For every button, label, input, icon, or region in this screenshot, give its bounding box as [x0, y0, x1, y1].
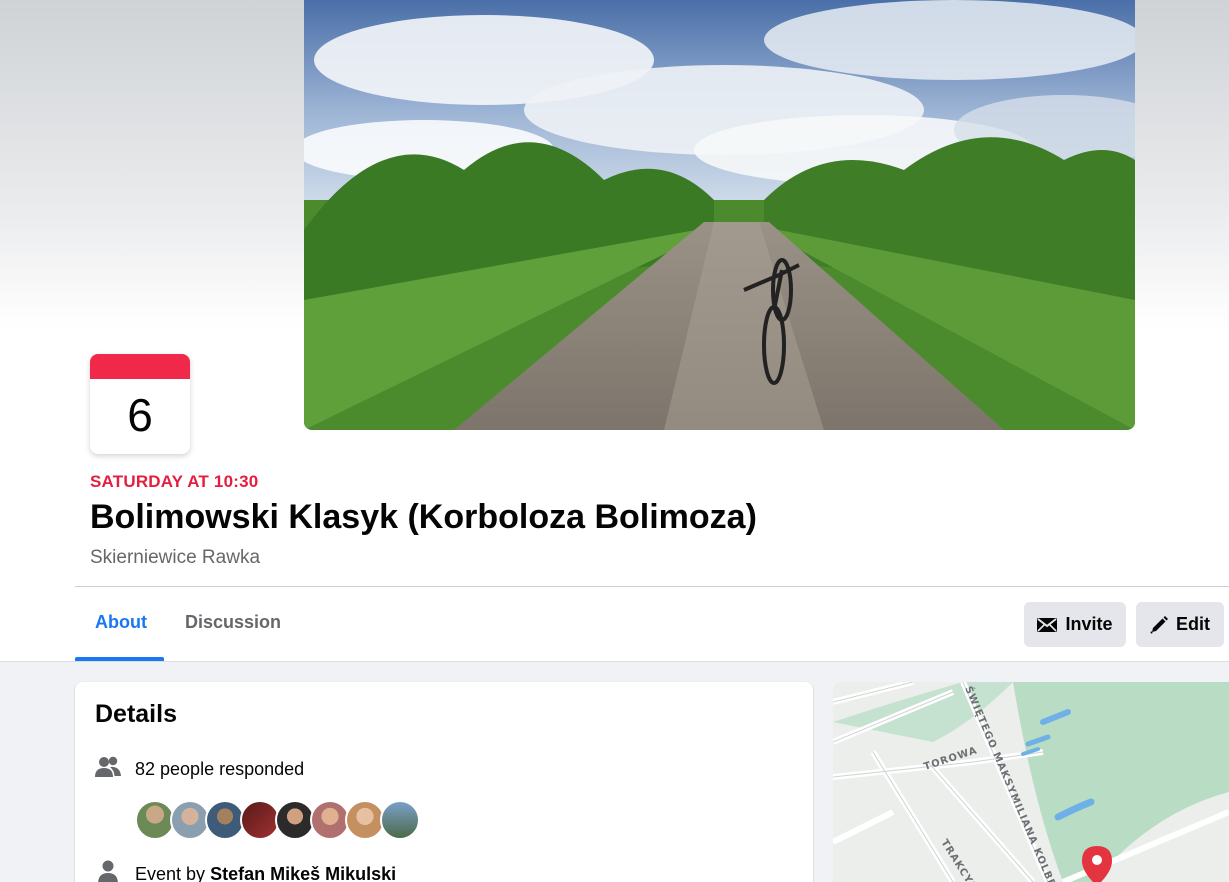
tab-about[interactable]: About [95, 612, 147, 633]
cover-photo[interactable] [304, 0, 1135, 430]
avatar[interactable] [205, 800, 245, 840]
active-tab-indicator [75, 657, 164, 661]
invite-label: Invite [1065, 614, 1113, 634]
avatar[interactable] [170, 800, 210, 840]
envelope-icon [1037, 617, 1058, 633]
host-name[interactable]: Stefan Mikeš Mikulski [210, 864, 396, 882]
avatar[interactable] [310, 800, 350, 840]
event-location[interactable]: Skierniewice Rawka [90, 547, 260, 569]
tab-discussion[interactable]: Discussion [185, 612, 281, 633]
event-by-label: Event by [135, 864, 206, 882]
edit-label: Edit [1176, 614, 1210, 634]
calendar-date-badge: 6 [90, 354, 190, 454]
attendee-avatars[interactable] [135, 800, 420, 840]
avatar[interactable] [135, 800, 175, 840]
details-heading: Details [95, 700, 177, 728]
calendar-band [90, 354, 190, 379]
avatar[interactable] [345, 800, 385, 840]
event-day: 6 [127, 389, 153, 441]
responded-row: 82 people responded [95, 756, 304, 783]
avatar[interactable] [275, 800, 315, 840]
host-row: Event by Stefan Mikeš Mikulski [95, 860, 396, 882]
invite-button[interactable]: Invite [1024, 602, 1126, 647]
details-card: Details 82 people responded Event by Ste… [75, 682, 813, 882]
edit-button[interactable]: Edit [1136, 602, 1224, 647]
responded-count[interactable]: 82 people responded [135, 759, 304, 780]
avatar[interactable] [240, 800, 280, 840]
event-title: Bolimowski Klasyk (Korboloza Bolimoza) [90, 498, 757, 536]
pencil-icon [1150, 615, 1168, 634]
person-icon [95, 860, 121, 882]
avatar[interactable] [380, 800, 420, 840]
people-icon [95, 756, 121, 783]
location-map[interactable]: TOROWA ŚWIĘTEGO MAKSYMILIANA KOLBE TRAKC… [833, 682, 1229, 882]
event-time: SATURDAY AT 10:30 [90, 472, 259, 491]
header-divider [75, 586, 1229, 587]
